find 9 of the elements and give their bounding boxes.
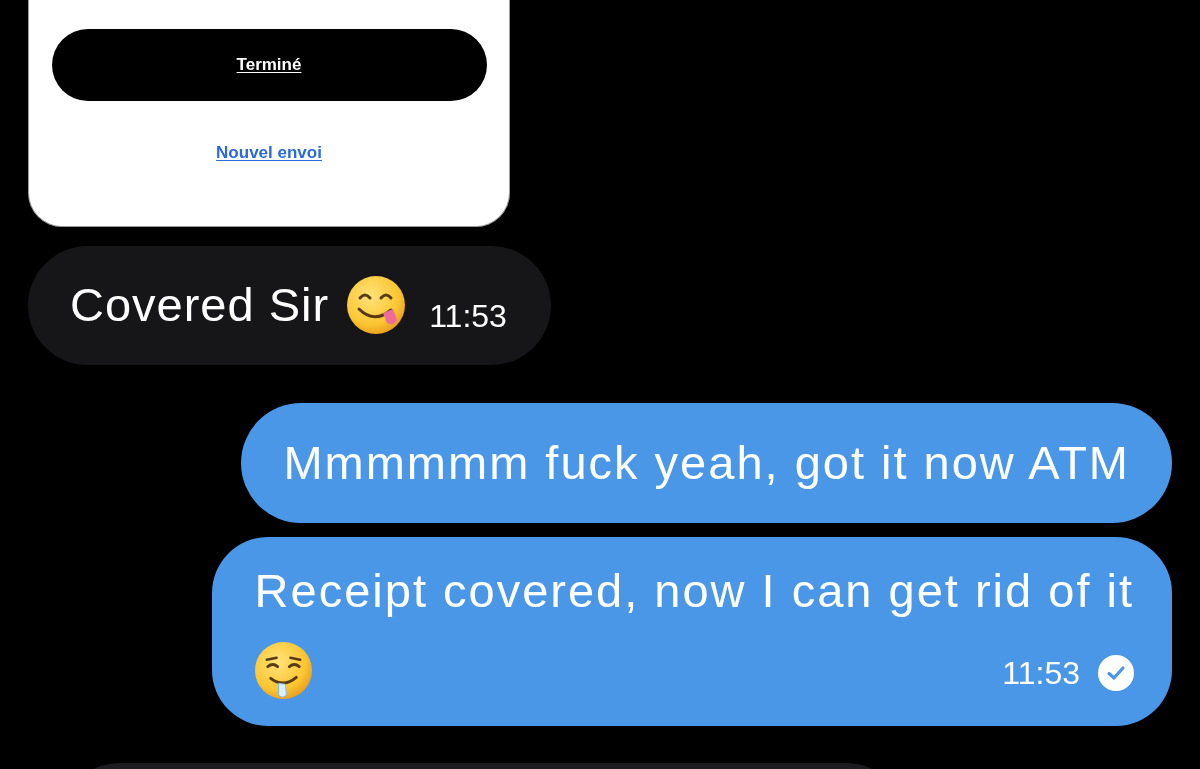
new-send-link[interactable]: Nouvel envoi [216,140,322,166]
face-with-tongue-icon [347,276,406,334]
message-text: Covered Sir [70,279,330,331]
done-button[interactable]: Terminé [51,29,487,101]
message-text: Mmmmmm fuck yeah, got it now ATM [283,436,1130,489]
message-text: Receipt covered, now I can get rid of it [254,564,1134,617]
message-time: 11:53 [1002,654,1080,694]
message-time: 11:53 [429,297,507,336]
drooling-face-icon [254,642,312,700]
